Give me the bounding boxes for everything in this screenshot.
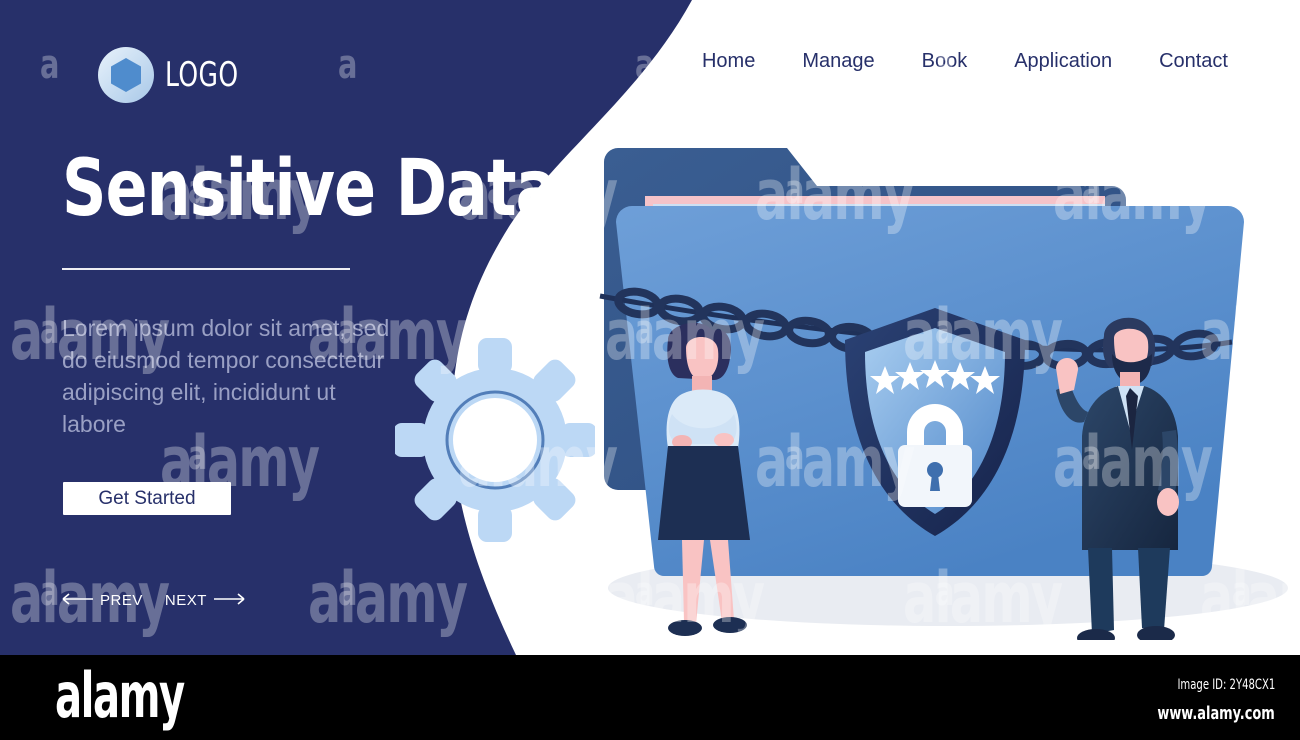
brand-logo[interactable]: LOGO: [96, 45, 255, 105]
nav-item-application[interactable]: Application: [1014, 50, 1112, 73]
page-title: Sensitive Data: [62, 144, 557, 234]
artwork-area: LOGO Sensitive Data Lorem ipsum dolor si…: [0, 0, 1300, 655]
nav-item-manage[interactable]: Manage: [802, 50, 874, 73]
locked-folder-illustration: [560, 110, 1290, 640]
nav-item-contact[interactable]: Contact: [1159, 50, 1228, 73]
stock-footer-bar: alamy Image ID: 2Y48CX1 www.alamy.com: [0, 655, 1300, 740]
title-divider: [62, 268, 350, 270]
logo-text: LOGO: [165, 55, 239, 95]
banner-canvas: LOGO Sensitive Data Lorem ipsum dolor si…: [0, 0, 1300, 740]
watermark-letter: a: [1232, 42, 1252, 88]
arrow-left-icon: [60, 592, 94, 609]
slider-pager: PREV NEXT: [60, 592, 247, 609]
nav-item-home[interactable]: Home: [702, 50, 755, 73]
get-started-button[interactable]: Get Started: [63, 482, 231, 515]
hero-description: Lorem ipsum dolor sit amet, sed do eiusm…: [62, 315, 390, 437]
nav-item-book[interactable]: Book: [922, 50, 968, 73]
hexagon-in-circle-icon: [96, 45, 156, 105]
next-button[interactable]: NEXT: [165, 592, 247, 609]
arrow-right-icon: [213, 592, 247, 609]
main-navigation: Home Manage Book Application Contact: [702, 50, 1228, 73]
next-label: NEXT: [164, 592, 207, 609]
hero-content: LOGO Sensitive Data Lorem ipsum dolor si…: [0, 0, 557, 655]
alamy-logo: alamy: [55, 659, 185, 732]
prev-label: PREV: [100, 592, 143, 609]
alamy-url: www.alamy.com: [1157, 703, 1275, 724]
prev-button[interactable]: PREV: [60, 592, 143, 609]
image-id-label: Image ID: 2Y48CX1: [1177, 677, 1275, 693]
